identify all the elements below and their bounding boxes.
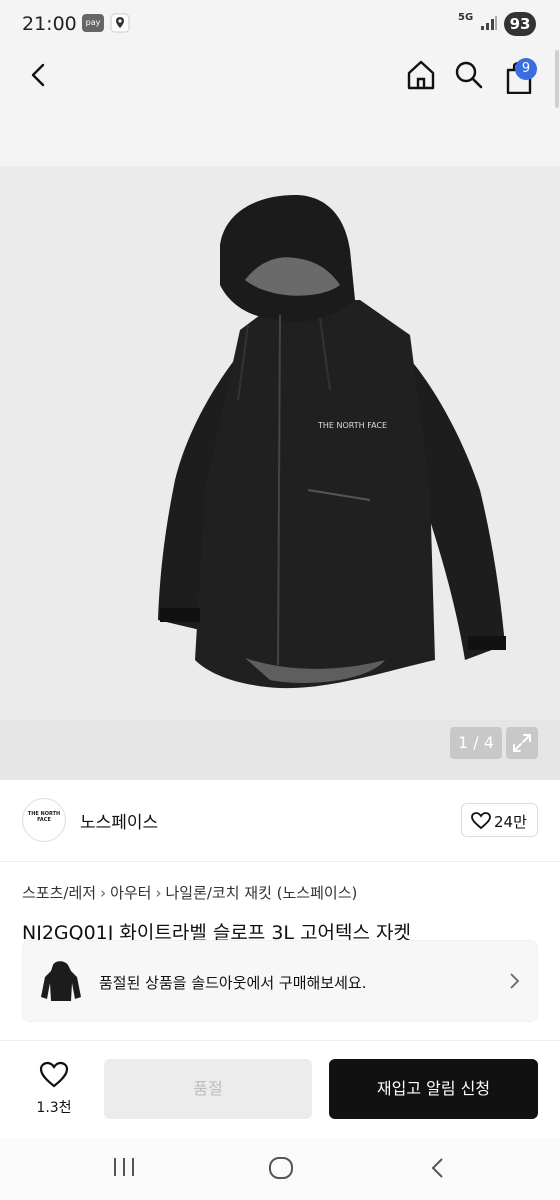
- expand-icon: [513, 734, 531, 752]
- search-icon: [455, 61, 483, 89]
- network-type: 5G: [458, 12, 474, 23]
- home-button[interactable]: [404, 58, 438, 92]
- restock-alert-button[interactable]: 재입고 알림 신청: [329, 1059, 538, 1119]
- chevron-right-icon: [510, 973, 520, 989]
- breadcrumb: 스포츠/레저 › 아우터 › 나일론/코치 재킷 (노스페이스): [22, 882, 357, 903]
- breadcrumb-item[interactable]: 나일론/코치 재킷 (노스페이스): [165, 884, 357, 902]
- status-bar: 21:00 pay 5G 93: [0, 0, 560, 48]
- scrollbar[interactable]: [555, 50, 559, 108]
- soldout-button[interactable]: 품절: [104, 1059, 312, 1119]
- map-pin-icon: [110, 13, 130, 33]
- battery-level: 93: [504, 12, 536, 36]
- product-thumbnail: [37, 957, 85, 1005]
- jacket-logo: THE NORTH FACE: [317, 421, 387, 430]
- breadcrumb-item[interactable]: 스포츠/레저: [22, 884, 96, 902]
- chevron-right-icon: ›: [100, 884, 107, 902]
- back-nav-icon[interactable]: [428, 1156, 448, 1180]
- expand-image-button[interactable]: [506, 727, 538, 759]
- status-time: 21:00: [22, 13, 77, 35]
- search-button[interactable]: [452, 58, 486, 92]
- brand-like-count: 24만: [494, 813, 527, 831]
- cart-count-badge: 9: [515, 58, 537, 80]
- back-button[interactable]: [24, 60, 54, 90]
- chevron-left-icon: [31, 63, 45, 87]
- system-nav-bar: [0, 1138, 560, 1200]
- brand-like-button[interactable]: 24만: [461, 803, 538, 837]
- signal-icon: [480, 15, 498, 35]
- app-header: [0, 48, 560, 166]
- brand-logo[interactable]: THE NORTH FACE: [22, 798, 66, 842]
- brand-row: THE NORTH FACE 노스페이스 24만: [0, 780, 560, 862]
- breadcrumb-item[interactable]: 아우터: [110, 884, 151, 902]
- home-nav-icon[interactable]: [268, 1156, 294, 1180]
- chevron-right-icon: ›: [155, 884, 162, 902]
- home-icon: [407, 60, 435, 90]
- heart-icon: [471, 812, 491, 830]
- wishlist-button[interactable]: 1.3천: [20, 1055, 88, 1125]
- brand-name[interactable]: 노스페이스: [80, 808, 158, 833]
- pay-icon: pay: [82, 14, 104, 32]
- heart-icon: [39, 1061, 69, 1088]
- image-page-indicator: 1 / 4: [450, 727, 502, 759]
- soldout-banner[interactable]: 품절된 상품을 솔드아웃에서 구매해보세요.: [22, 940, 538, 1022]
- bottom-action-bar: 1.3천 품절 재입고 알림 신청: [0, 1040, 560, 1138]
- soldout-message: 품절된 상품을 솔드아웃에서 구매해보세요.: [99, 974, 367, 992]
- recent-apps-icon[interactable]: [112, 1156, 136, 1178]
- wishlist-count: 1.3천: [36, 1100, 72, 1116]
- product-image-jacket[interactable]: THE NORTH FACE: [130, 190, 530, 700]
